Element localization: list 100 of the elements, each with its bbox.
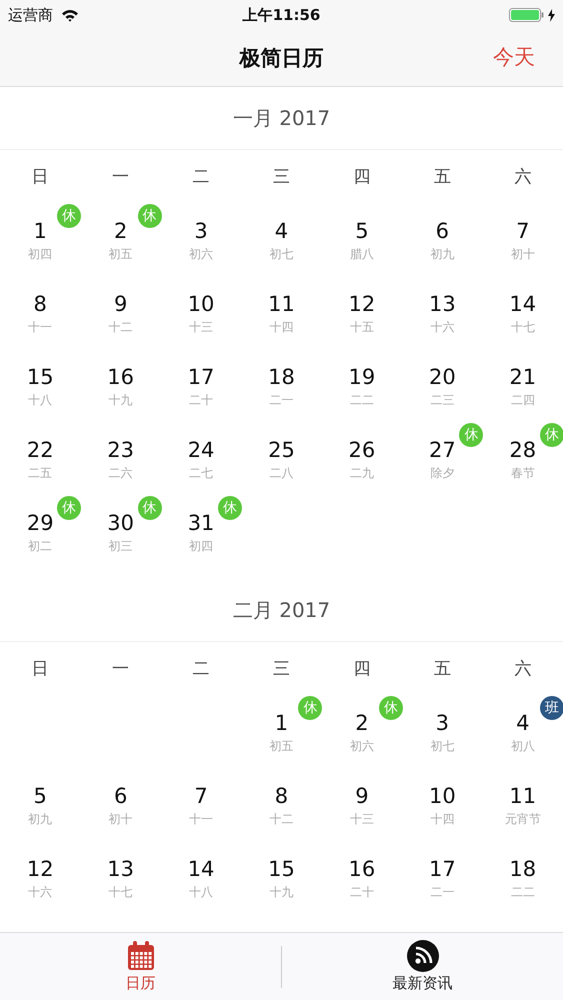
day-number[interactable]: 11 [268,291,295,317]
weekday-label: 三 [272,658,290,680]
day-number[interactable]: 16 [348,856,376,882]
day-number[interactable]: 17 [428,856,456,882]
lunar-date: 二七 [189,465,214,482]
day-number[interactable]: 12 [348,291,376,317]
day-number[interactable]: 1 [274,710,288,736]
lunar-date: 二一 [430,884,454,901]
lunar-date: 初五 [108,246,133,263]
day-number[interactable]: 28 [509,437,536,463]
lunar-date: 初二 [28,538,52,555]
day-number[interactable]: 21 [509,364,536,390]
weekday-label: 五 [434,658,451,680]
day-number[interactable]: 8 [34,291,47,317]
day-number[interactable]: 13 [107,856,134,882]
tab-item[interactable]: 最新资讯 [282,936,563,997]
day-number[interactable]: 5 [355,218,369,244]
day-number[interactable]: 26 [348,437,376,463]
lunar-date: 初六 [189,246,214,263]
day-number[interactable]: 15 [26,364,54,390]
day-number[interactable]: 2 [114,218,128,244]
lunar-date: 十九 [269,884,294,901]
day-number[interactable]: 4 [516,710,530,736]
day-number[interactable]: 6 [436,218,450,244]
day-number[interactable]: 16 [107,364,134,390]
lunar-date: 初八 [510,738,535,755]
weekday-label: 一 [112,658,130,680]
day-number[interactable]: 13 [428,291,456,317]
lunar-date: 二二 [350,392,374,409]
lunar-date: 初七 [269,246,294,263]
day-number[interactable]: 8 [274,783,288,809]
day-number[interactable]: 9 [114,291,128,317]
day-number[interactable]: 23 [107,437,134,463]
day-number[interactable]: 3 [436,710,450,736]
day-number[interactable]: 4 [274,218,288,244]
day-number[interactable]: 5 [34,783,47,809]
status-time: 上午11:56 [242,6,320,24]
lunar-date: 二二 [510,884,535,901]
lunar-date: 十八 [189,884,214,901]
holiday-badge: 休 [218,496,242,520]
weekday-label: 二 [192,166,210,188]
day-number[interactable]: 20 [428,364,456,390]
day-number[interactable]: 7 [516,218,530,244]
lunar-date: 二九 [350,465,374,482]
day-number[interactable]: 17 [188,364,214,390]
lunar-date: 春节 [510,465,535,482]
weekday-label: 日 [32,166,49,188]
lunar-date: 十八 [28,392,52,409]
lunar-date: 初六 [350,738,374,755]
month-title: 一月 2017 [232,104,330,132]
lunar-date: 二十 [189,392,214,409]
day-number[interactable]: 12 [26,856,54,882]
day-number[interactable]: 19 [348,364,376,390]
day-number[interactable]: 24 [188,437,214,463]
holiday-badge: 休 [540,423,563,447]
lunar-date: 二四 [510,392,535,409]
day-number[interactable]: 1 [34,218,47,244]
holiday-badge: 休 [57,496,82,520]
lunar-date: 十二 [269,811,294,828]
day-number[interactable]: 10 [188,291,214,317]
day-number[interactable]: 18 [268,364,295,390]
carrier-name: 运营商 [8,6,53,24]
tab-item[interactable]: 日历 [0,936,281,997]
day-number[interactable]: 3 [194,218,208,244]
month-title: 二月 2017 [232,596,330,624]
weekday-label: 五 [434,166,451,188]
day-number[interactable]: 10 [428,783,456,809]
weekday-label: 一 [112,166,130,188]
battery-icon [509,8,545,22]
day-number[interactable]: 22 [26,437,54,463]
day-number[interactable]: 15 [268,856,295,882]
day-number[interactable]: 2 [355,710,369,736]
day-number[interactable]: 14 [509,291,536,317]
lunar-date: 二三 [430,392,454,409]
lunar-date: 初四 [189,538,214,555]
day-number[interactable]: 14 [188,856,214,882]
weekday-label: 三 [272,166,290,188]
lunar-date: 十二 [108,319,133,336]
day-number[interactable]: 9 [355,783,369,809]
day-number[interactable]: 18 [509,856,536,882]
day-number[interactable]: 25 [268,437,295,463]
day-number[interactable]: 30 [107,510,134,536]
lunar-date: 十三 [189,319,214,336]
day-number[interactable]: 7 [194,783,208,809]
day-number[interactable]: 29 [26,510,54,536]
lunar-date: 二五 [28,465,52,482]
day-number[interactable]: 27 [428,437,456,463]
holiday-badge: 班 [540,696,563,720]
lunar-date: 腊八 [350,246,374,263]
lunar-date: 十七 [510,319,535,336]
lunar-date: 初九 [28,811,52,828]
day-number[interactable]: 11 [509,783,536,809]
today-button[interactable]: 今天 [493,43,535,71]
charging-icon [548,8,555,22]
holiday-badge: 休 [138,204,162,228]
lunar-date: 初四 [28,246,52,263]
lunar-date: 除夕 [430,465,454,482]
day-number[interactable]: 31 [188,510,214,536]
day-number[interactable]: 6 [114,783,128,809]
wifi-icon [61,8,79,22]
